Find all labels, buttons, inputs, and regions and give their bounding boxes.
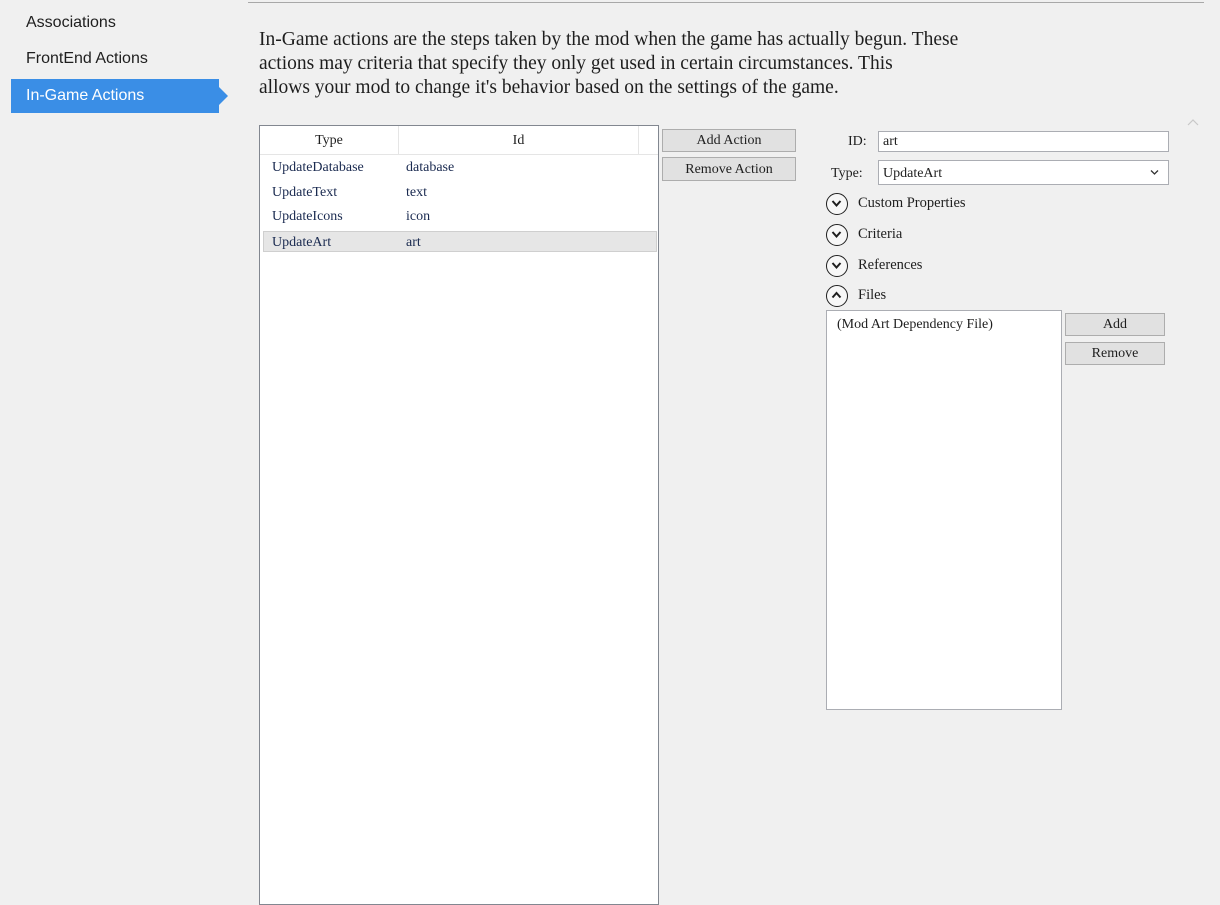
chevron-down-icon	[826, 224, 848, 246]
column-header-type[interactable]: Type	[260, 126, 399, 154]
table-row[interactable]: UpdateDatabase database	[263, 157, 657, 178]
id-label: ID:	[848, 134, 867, 149]
chevron-down-icon	[826, 193, 848, 215]
row-id: database	[406, 160, 455, 175]
custom-properties-label: Custom Properties	[858, 195, 966, 211]
column-header-id[interactable]: Id	[399, 126, 639, 154]
id-field[interactable]: art	[878, 131, 1169, 152]
criteria-label: Criteria	[858, 226, 903, 242]
table-row[interactable]: UpdateIcons icon	[263, 206, 657, 227]
row-type: UpdateText	[272, 185, 338, 200]
files-label: Files	[858, 287, 887, 303]
row-type: UpdateIcons	[272, 209, 343, 224]
row-id: art	[406, 235, 421, 250]
remove-action-button[interactable]: Remove Action	[662, 157, 796, 181]
files-list[interactable]: (Mod Art Dependency File)	[826, 310, 1062, 710]
row-id: icon	[406, 209, 431, 224]
add-file-button[interactable]: Add	[1065, 313, 1165, 336]
chevron-down-icon	[826, 255, 848, 277]
type-dropdown[interactable]: UpdateArt	[878, 160, 1169, 185]
sidebar-item-frontend-actions[interactable]: FrontEnd Actions	[11, 42, 219, 76]
page-description: In-Game actions are the steps taken by t…	[259, 29, 959, 98]
references-label: References	[858, 257, 923, 273]
sidebar-item-in-game-actions[interactable]: In-Game Actions	[11, 79, 228, 113]
row-type: UpdateArt	[272, 235, 332, 250]
chevron-up-icon	[826, 285, 848, 307]
row-id: text	[406, 185, 427, 200]
table-row-selected[interactable]: UpdateArt art	[263, 231, 657, 252]
table-row[interactable]: UpdateText text	[263, 182, 657, 203]
list-header: Type Id	[260, 126, 658, 155]
add-action-button[interactable]: Add Action	[662, 129, 796, 152]
sidebar: Associations FrontEnd Actions In-Game Ac…	[0, 0, 230, 897]
row-type: UpdateDatabase	[272, 160, 364, 175]
list-item[interactable]: (Mod Art Dependency File)	[837, 317, 993, 333]
scroll-up-icon[interactable]	[1186, 117, 1200, 129]
remove-file-button[interactable]: Remove	[1065, 342, 1165, 365]
top-divider	[248, 2, 1204, 3]
sidebar-item-associations[interactable]: Associations	[11, 6, 219, 40]
chevron-down-icon	[1150, 170, 1159, 175]
type-dropdown-value: UpdateArt	[883, 166, 943, 181]
actions-list[interactable]: Type Id UpdateDatabase database UpdateTe…	[259, 125, 659, 905]
type-label: Type:	[831, 166, 863, 181]
